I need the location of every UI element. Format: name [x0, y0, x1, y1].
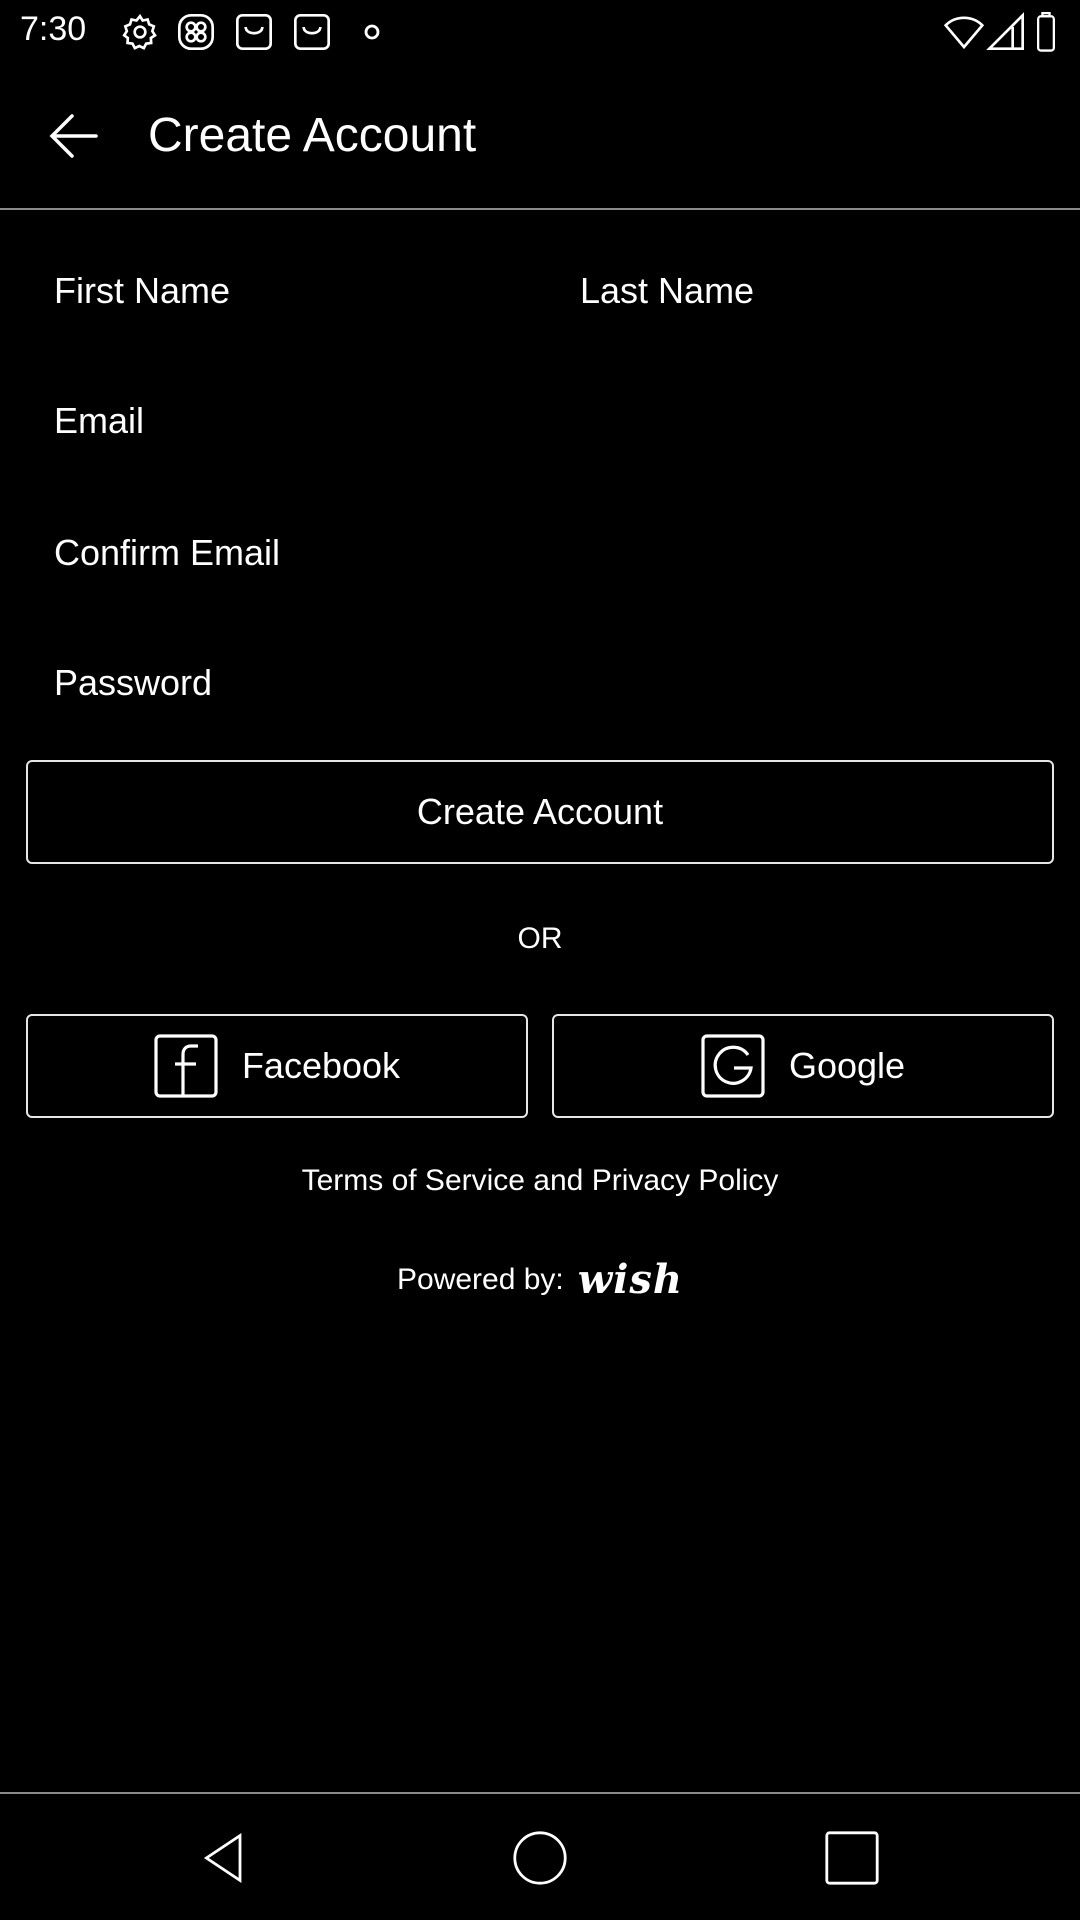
powered-by: Powered by: wish [0, 1256, 1080, 1303]
status-time: 7:30 [20, 10, 87, 48]
last-name-input[interactable] [580, 246, 1040, 336]
google-login-button[interactable]: Google [552, 1014, 1054, 1118]
create-account-button-label: Create Account [416, 791, 664, 832]
nav-recents-icon[interactable] [824, 1830, 880, 1886]
facebook-icon [154, 1034, 218, 1098]
status-bar: 7:30 [0, 0, 1080, 64]
page-title: Create Account [148, 109, 477, 162]
create-account-button[interactable]: Create Account [26, 760, 1054, 864]
nav-bar [0, 1792, 1080, 1920]
google-icon [701, 1034, 765, 1098]
facebook-login-button[interactable]: Facebook [26, 1014, 528, 1118]
arrow-left-icon[interactable] [44, 110, 104, 162]
or-divider: OR [517, 922, 563, 955]
settings-icon [120, 12, 160, 52]
signal-icon [986, 12, 1026, 52]
dot-icon [362, 12, 382, 52]
terms-privacy-link[interactable]: Terms of Service and Privacy Policy [0, 1164, 1080, 1198]
password-field-wrapper [54, 638, 1034, 728]
first-name-input[interactable] [54, 246, 514, 336]
confirm-email-input[interactable] [54, 508, 1034, 598]
email-field-wrapper [54, 376, 1034, 466]
last-name-field-wrapper [580, 246, 1040, 336]
password-input[interactable] [54, 638, 1034, 728]
confirm-email-field-wrapper [54, 508, 1034, 598]
app-icon [176, 12, 216, 52]
powered-by-label: Powered by: [397, 1262, 564, 1296]
wish-app-icon [292, 12, 332, 52]
battery-icon [1034, 12, 1058, 52]
nav-home-icon[interactable] [512, 1830, 568, 1886]
first-name-field-wrapper [54, 246, 514, 336]
nav-back-icon[interactable] [198, 1830, 254, 1886]
google-button-label: Google [788, 1045, 906, 1086]
wish-app-icon [234, 12, 274, 52]
app-bar: Create Account [0, 64, 1080, 210]
facebook-button-label: Facebook [241, 1045, 401, 1086]
email-input[interactable] [54, 376, 1034, 466]
wifi-icon [944, 12, 984, 52]
wish-logo: wish [577, 1256, 683, 1303]
